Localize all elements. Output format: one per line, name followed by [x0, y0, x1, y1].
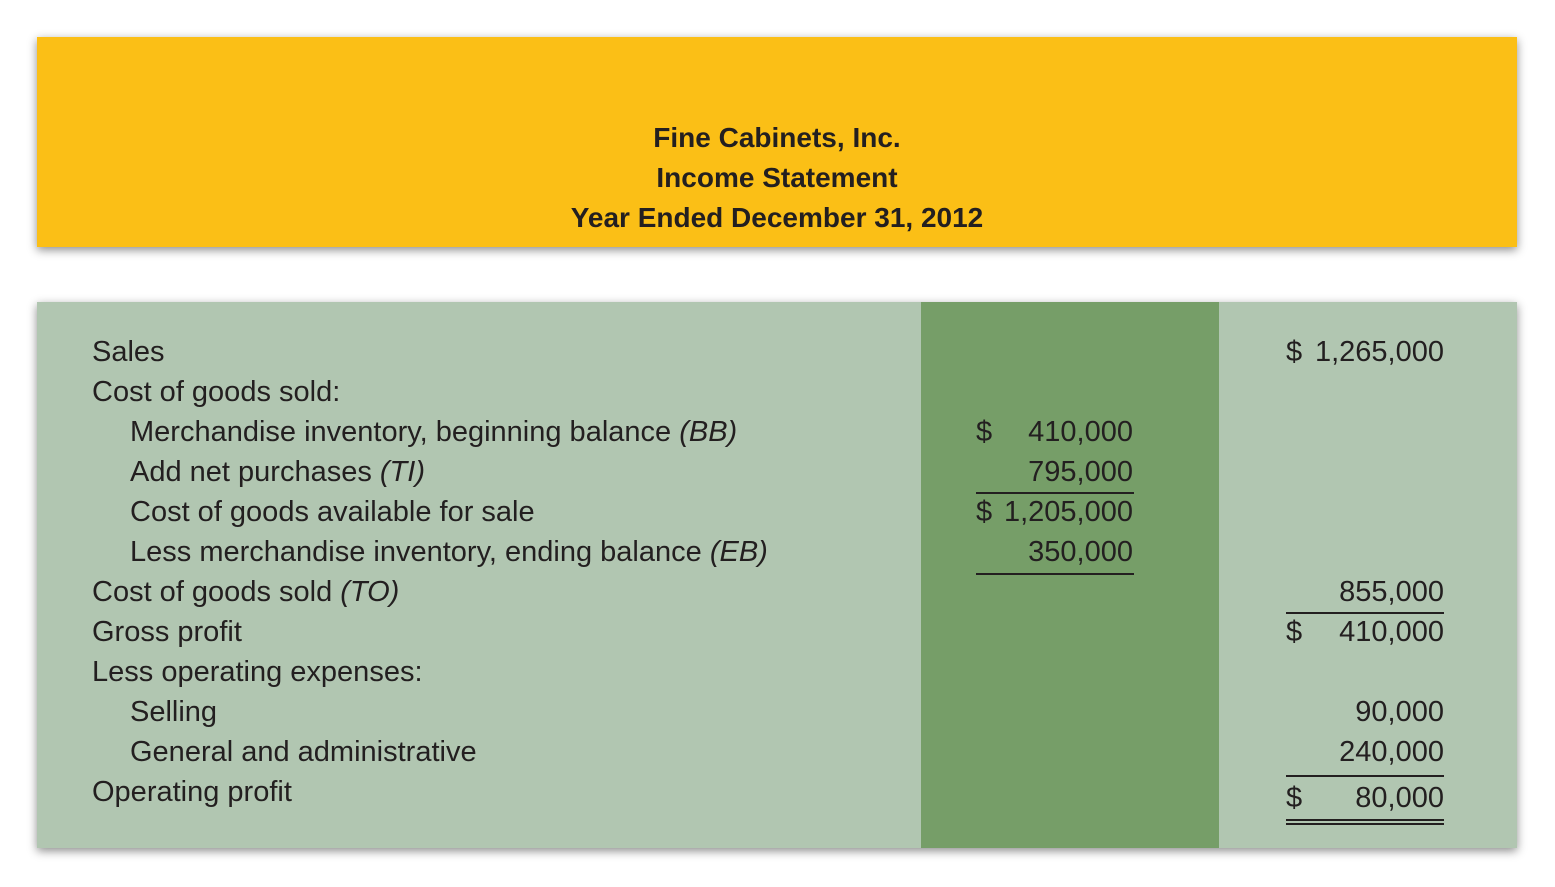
- amount-value: 795,000: [1028, 456, 1133, 488]
- amount-value: 855,000: [1339, 576, 1444, 608]
- row-label: Operating profit: [92, 776, 292, 808]
- row-cost-of-goods-sold: Cost of goods sold (TO) 855,000: [37, 572, 1517, 612]
- row-goods-available: Cost of goods available for sale $ 1,205…: [37, 492, 1517, 532]
- row-label: General and administrative: [130, 736, 477, 768]
- row-label: Cost of goods sold (TO): [92, 576, 400, 608]
- row-general-admin: General and administrative 240,000: [37, 732, 1517, 772]
- amount-value: 1,205,000: [1003, 496, 1133, 528]
- row-label: Selling: [130, 696, 218, 728]
- detail-amount: $ 1,205,000: [976, 492, 1133, 532]
- row-gross-profit: Gross profit $ 410,000: [37, 612, 1517, 652]
- row-tag: (TI): [379, 456, 425, 488]
- total-amount: $ 1,265,000: [1286, 332, 1444, 372]
- dollar-sign: $: [1286, 782, 1303, 814]
- total-amount: 855,000: [1286, 572, 1444, 612]
- row-beginning-inventory: Merchandise inventory, beginning balance…: [37, 412, 1517, 452]
- row-cogs-heading: Cost of goods sold:: [37, 372, 1517, 412]
- row-label: Add net purchases (TI): [130, 456, 425, 488]
- row-tag: (EB): [709, 536, 768, 568]
- dollar-sign: $: [976, 416, 993, 448]
- detail-amount: $ 410,000: [976, 412, 1133, 452]
- amount-value: 80,000: [1355, 782, 1444, 814]
- row-label: Cost of goods available for sale: [130, 496, 535, 528]
- row-label: Merchandise inventory, beginning balance…: [130, 416, 738, 448]
- company-name: Fine Cabinets, Inc.: [653, 122, 901, 153]
- amount-value: 90,000: [1355, 696, 1444, 728]
- total-amount: $ 410,000: [1286, 612, 1444, 652]
- row-label: Sales: [92, 336, 165, 368]
- amount-value: 410,000: [1339, 616, 1444, 648]
- row-ending-inventory: Less merchandise inventory, ending balan…: [37, 532, 1517, 572]
- statement-period: Year Ended December 31, 2012: [570, 202, 984, 233]
- row-tag: (BB): [679, 416, 738, 448]
- total-amount: $ 80,000: [1286, 778, 1444, 818]
- row-tag: (TO): [340, 576, 400, 608]
- amount-value: 410,000: [1028, 416, 1133, 448]
- detail-amount: 795,000: [976, 452, 1133, 492]
- row-net-purchases: Add net purchases (TI) 795,000: [37, 452, 1517, 492]
- row-sales: Sales $ 1,265,000: [37, 332, 1517, 372]
- row-selling: Selling 90,000: [37, 692, 1517, 732]
- double-rule-bottom: [1286, 823, 1444, 825]
- total-amount: 90,000: [1286, 692, 1444, 732]
- statement-title: Income Statement: [656, 162, 898, 193]
- row-label: Cost of goods sold:: [92, 376, 341, 408]
- row-label: Less merchandise inventory, ending balan…: [130, 536, 768, 568]
- dollar-sign: $: [1286, 616, 1303, 648]
- statement-header: Fine Cabinets, Inc. Income Statement Yea…: [37, 37, 1517, 247]
- row-opex-heading: Less operating expenses:: [37, 652, 1517, 692]
- amount-value: 240,000: [1339, 736, 1444, 768]
- detail-amount: 350,000: [976, 532, 1133, 572]
- amount-value: 350,000: [1028, 536, 1133, 568]
- dollar-sign: $: [1286, 336, 1303, 368]
- subtotal-rule: [1286, 775, 1444, 777]
- amount-value: 1,265,000: [1314, 336, 1444, 368]
- income-statement-table: Sales $ 1,265,000 Cost of goods sold: Me…: [37, 302, 1517, 848]
- double-rule-top: [1286, 819, 1444, 821]
- row-operating-profit: Operating profit $ 80,000: [37, 776, 1517, 818]
- row-label: Gross profit: [92, 616, 242, 648]
- row-label: Less operating expenses:: [92, 656, 423, 688]
- dollar-sign: $: [976, 496, 993, 528]
- total-amount: 240,000: [1286, 732, 1444, 772]
